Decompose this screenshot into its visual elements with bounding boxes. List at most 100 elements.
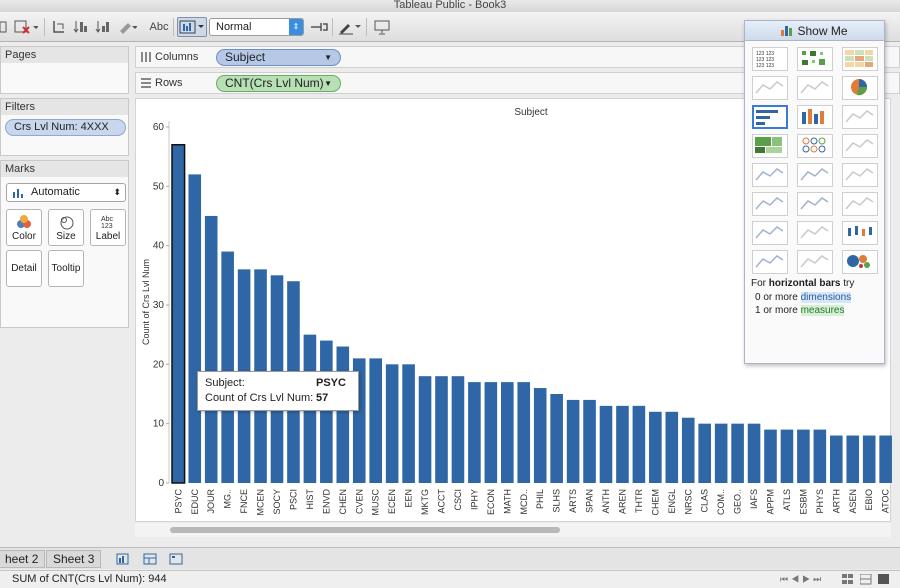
color-card[interactable]: Color (6, 209, 42, 246)
x-tick-label: ATLS (782, 489, 792, 511)
window-title-bar: Tableau Public - Book3 (0, 0, 900, 12)
bar-asen (846, 435, 860, 483)
x-tick-label: IAFS (749, 489, 759, 509)
tab-sheet-2[interactable]: heet 2 (0, 550, 46, 568)
bar-chart-icon (13, 189, 23, 198)
y-tick-label: 10 (153, 419, 165, 430)
box-plot-icon[interactable] (842, 221, 878, 245)
show-labels-button[interactable]: Abc (147, 17, 171, 37)
size-card[interactable]: Size (48, 209, 84, 246)
sort-ascending-icon[interactable] (72, 17, 90, 37)
stacked-bars-icon[interactable] (797, 105, 833, 129)
bar-nrsc (681, 417, 695, 483)
x-tick-label: MKTG (420, 489, 430, 515)
scatter-plot-icon[interactable] (752, 221, 788, 245)
toolbar-edge-icon[interactable] (0, 17, 8, 37)
dual-lines-icon[interactable] (842, 163, 878, 187)
fit-view-button[interactable] (177, 17, 207, 37)
new-worksheet-icon[interactable] (114, 549, 132, 569)
circle-view-icon[interactable] (797, 134, 833, 158)
highlight-table-icon[interactable] (842, 47, 878, 71)
x-tick-label: EBIO (864, 489, 874, 511)
x-tick-label: CHEM (650, 489, 660, 516)
horizontal-bars-icon[interactable] (752, 105, 788, 129)
x-tick-label: HIST (305, 489, 315, 510)
rows-pill-measure[interactable]: CNT(Crs Lvl Num) ▼ (216, 75, 341, 92)
x-tick-label: FNCE (239, 489, 249, 514)
new-dashboard-icon[interactable] (141, 549, 159, 569)
x-tick-label: ARTS (568, 489, 578, 513)
bar-ebio (862, 435, 876, 483)
marks-panel: Marks Automatic ⬍ Color Size Abc 123 Labe… (0, 160, 129, 328)
presentation-mode-icon[interactable] (372, 17, 392, 37)
bar-iphy (468, 382, 481, 483)
svg-text:Abc: Abc (101, 216, 114, 223)
color-palette-icon (7, 214, 41, 230)
annotate-button[interactable] (336, 17, 364, 37)
heat-map-icon[interactable] (797, 47, 833, 71)
sheet-nav-arrows-icon[interactable]: ⏮◀▶⏭ (780, 571, 824, 587)
mark-type-select[interactable]: Automatic ⬍ (6, 183, 126, 202)
marks-title: Marks (1, 161, 128, 177)
bar-musc (369, 358, 382, 483)
mark-tooltip: Subject: PSYC Count of Crs Lvl Num: 57 (197, 371, 359, 411)
gantt-chart-icon[interactable] (752, 250, 788, 274)
highlight-icon[interactable] (116, 17, 138, 37)
show-me-hint: For horizontal bars try (751, 278, 854, 289)
show-me-header[interactable]: Show Me (745, 21, 884, 41)
show-me-icon (781, 26, 793, 36)
text-table-icon[interactable]: 123 123 123 123 123 123 (752, 47, 788, 71)
tooltip-subject-value: PSYC (316, 377, 346, 389)
sheet-sorter-icon[interactable] (842, 574, 854, 585)
rows-icon (141, 78, 151, 88)
filter-pill-crs-lvl-num[interactable]: Crs Lvl Num: 4XXX (5, 119, 126, 136)
histogram-icon[interactable] (797, 221, 833, 245)
hint-bold: horizontal bars (768, 278, 841, 289)
x-tick-label: MCEN (256, 489, 266, 516)
side-by-side-circles-icon[interactable] (842, 134, 878, 158)
status-bar: SUM of CNT(Crs Lvl Num): 944 ⏮◀▶⏭ (0, 570, 900, 588)
discrete-lines-icon[interactable] (797, 163, 833, 187)
filled-map-icon[interactable] (797, 76, 833, 100)
y-tick-label: 20 (153, 359, 165, 370)
clear-sheet-button[interactable] (12, 17, 40, 37)
sort-descending-icon[interactable] (94, 17, 112, 37)
hint-prefix: For (751, 278, 769, 289)
label-card[interactable]: Abc 123 Label (90, 209, 126, 246)
packed-bubbles-icon[interactable] (842, 250, 878, 274)
pie-chart-icon[interactable] (842, 76, 878, 100)
area-continuous-icon[interactable] (752, 192, 788, 216)
continuous-lines-icon[interactable] (752, 163, 788, 187)
color-card-label: Color (12, 231, 36, 242)
y-tick-label: 60 (153, 122, 165, 133)
dual-combination-icon[interactable] (842, 192, 878, 216)
filmstrip-icon[interactable] (860, 574, 872, 585)
area-discrete-icon[interactable] (797, 192, 833, 216)
horizontal-scrollbar[interactable] (135, 523, 891, 537)
bar-phys (813, 429, 827, 483)
columns-label: Columns (155, 51, 199, 63)
bar-mcd (517, 382, 531, 483)
sheet-tabs-bar: heet 2 Sheet 3 (0, 547, 900, 569)
bar-educ (188, 174, 202, 483)
treemap-icon[interactable] (752, 134, 788, 158)
detail-card[interactable]: Detail (6, 250, 42, 287)
x-tick-label: ATOC (881, 489, 891, 514)
bar-psyc (171, 143, 186, 484)
columns-pill-subject[interactable]: Subject ▼ (216, 49, 341, 66)
fix-axes-icon[interactable] (308, 17, 330, 37)
tab-sheet-3[interactable]: Sheet 3 (46, 550, 102, 568)
bar-jour (204, 215, 218, 484)
symbol-map-icon[interactable] (752, 76, 788, 100)
filters-panel: Filters Crs Lvl Num: 4XXX (0, 98, 129, 156)
side-by-side-bars-icon[interactable] (842, 105, 878, 129)
swap-icon[interactable] (50, 17, 68, 37)
x-tick-label: CLAS (700, 489, 710, 513)
bar-envd (320, 340, 333, 483)
tabs-view-icon[interactable] (878, 574, 890, 585)
bullet-graph-icon[interactable] (797, 250, 833, 274)
new-story-icon[interactable] (167, 549, 185, 569)
scrollbar-thumb[interactable] (170, 527, 560, 533)
fit-select[interactable]: Normal ⇕ (209, 18, 304, 36)
tooltip-card[interactable]: Tooltip (48, 250, 84, 287)
